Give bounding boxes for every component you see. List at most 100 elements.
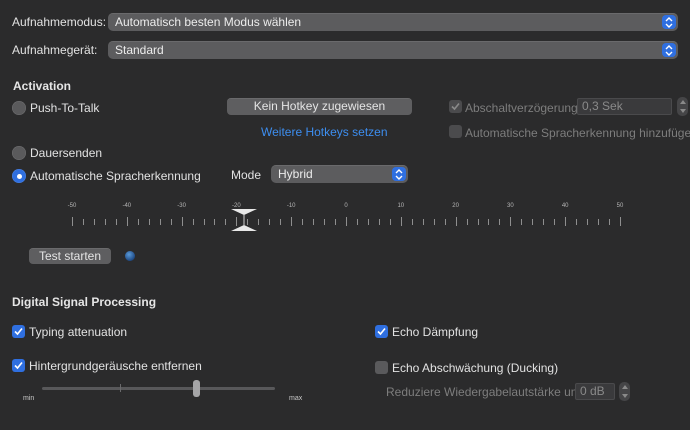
- scale-tick: [609, 219, 611, 225]
- scale-tick: [444, 219, 446, 225]
- scale-tick: [466, 219, 468, 225]
- mode-select[interactable]: Hybrid: [271, 165, 408, 183]
- push-to-talk-label: Push-To-Talk: [30, 101, 100, 115]
- recording-mode-value: Automatisch besten Modus wählen: [115, 15, 302, 29]
- chevron-updown-icon: [662, 43, 676, 57]
- auto-speech-label: Automatische Spracherkennung: [30, 169, 201, 183]
- echo-ducking-label: Echo Abschwächung (Ducking): [392, 361, 559, 375]
- scale-tick: [587, 219, 589, 225]
- scale-tick: [411, 219, 413, 225]
- activation-section-title: Activation: [13, 79, 72, 93]
- push-to-talk-radio[interactable]: [12, 101, 26, 115]
- scale-tick: [346, 217, 347, 226]
- scale-tick: [214, 219, 216, 225]
- echo-damping-label: Echo Dämpfung: [392, 325, 479, 339]
- scale-label: -50: [67, 203, 77, 209]
- recording-mode-select[interactable]: Automatisch besten Modus wählen: [108, 13, 678, 31]
- auto-speech-add-label: Automatische Spracherkennung hinzufügen: [465, 126, 690, 140]
- recording-device-value: Standard: [115, 43, 164, 57]
- recording-mode-label: Aufnahmemodus:: [12, 15, 107, 29]
- scale-tick: [313, 219, 315, 225]
- scale-tick: [477, 219, 479, 225]
- scale-tick: [104, 219, 106, 225]
- chevron-updown-icon: [392, 167, 406, 181]
- more-hotkeys-link[interactable]: Weitere Hotkeys setzen: [261, 125, 388, 139]
- scale-tick: [389, 219, 391, 225]
- auto-speech-add-checkbox[interactable]: [449, 125, 462, 138]
- scale-tick: [422, 219, 424, 225]
- scale-label: 50: [616, 203, 624, 209]
- scale-tick: [203, 219, 205, 225]
- threshold-scale[interactable]: -50 -40 -30 -20 -10 0 10 20 30 40 50: [60, 203, 640, 233]
- scale-label: -40: [122, 203, 132, 209]
- scale-tick: [280, 219, 282, 225]
- scale-tick: [137, 219, 139, 225]
- continuous-radio[interactable]: [12, 146, 26, 160]
- mode-value: Hybrid: [278, 167, 313, 181]
- scale-tick: [620, 217, 621, 226]
- dsp-section-title: Digital Signal Processing: [12, 295, 157, 309]
- release-delay-checkbox[interactable]: [449, 100, 462, 113]
- scale-tick: [521, 219, 523, 225]
- scale-tick: [115, 219, 117, 225]
- recording-device-label: Aufnahmegerät:: [12, 43, 98, 57]
- reduce-playback-stepper[interactable]: [619, 382, 630, 401]
- scale-tick: [455, 217, 457, 226]
- release-delay-stepper[interactable]: [677, 97, 688, 116]
- scale-label: 40: [561, 203, 569, 209]
- scale-label: 30: [507, 203, 514, 209]
- scale-tick: [93, 219, 95, 225]
- noise-removal-checkbox[interactable]: [12, 359, 25, 372]
- scale-tick: [225, 219, 227, 225]
- scale-tick: [302, 219, 304, 225]
- typing-attenuation-checkbox[interactable]: [12, 325, 25, 338]
- scale-tick: [378, 219, 380, 225]
- noise-removal-label: Hintergrundgeräusche entfernen: [29, 359, 202, 373]
- scale-tick: [170, 219, 172, 225]
- noise-slider-track[interactable]: [42, 387, 275, 390]
- scale-tick: [356, 219, 358, 225]
- noise-slider-midtick: [120, 384, 121, 392]
- threshold-marker[interactable]: [229, 206, 259, 234]
- scale-tick: [148, 219, 150, 225]
- mode-label: Mode: [231, 168, 262, 182]
- scale-label: 0: [344, 203, 348, 209]
- echo-damping-checkbox[interactable]: [375, 325, 388, 338]
- scale-tick: [598, 219, 600, 225]
- scale-tick: [291, 217, 293, 226]
- scale-tick: [269, 219, 271, 225]
- scale-tick: [433, 219, 435, 225]
- scale-tick: [543, 219, 545, 225]
- noise-slider-thumb[interactable]: [192, 380, 200, 397]
- continuous-label: Dauersenden: [30, 146, 103, 160]
- scale-tick: [126, 217, 128, 226]
- scale-tick: [192, 219, 194, 225]
- scale-tick: [82, 219, 84, 225]
- chevron-updown-icon: [662, 15, 676, 29]
- test-start-button[interactable]: Test starten: [29, 248, 111, 264]
- recording-device-select[interactable]: Standard: [108, 41, 678, 59]
- scale-tick: [367, 219, 369, 225]
- noise-slider-max-label: max: [289, 395, 303, 402]
- hotkey-button[interactable]: Kein Hotkey zugewiesen: [227, 98, 412, 115]
- scale-tick: [576, 219, 578, 225]
- noise-slider-min-label: min: [23, 395, 35, 402]
- scale-tick: [72, 217, 73, 226]
- scale-tick: [510, 217, 512, 226]
- scale-tick: [324, 219, 326, 225]
- scale-tick: [565, 217, 567, 226]
- scale-tick: [400, 217, 402, 226]
- auto-speech-radio[interactable]: [12, 169, 26, 183]
- release-delay-field[interactable]: 0,3 Sek: [577, 98, 672, 115]
- scale-tick: [488, 219, 490, 225]
- scale-label: -10: [286, 203, 296, 209]
- scale-tick: [159, 219, 161, 225]
- echo-ducking-checkbox[interactable]: [375, 361, 388, 374]
- scale-label: -30: [177, 203, 186, 209]
- scale-tick: [335, 219, 337, 225]
- scale-tick: [554, 219, 556, 225]
- scale-label: 20: [452, 203, 459, 209]
- reduce-playback-field[interactable]: 0 dB: [575, 383, 615, 400]
- scale-label: 10: [397, 203, 405, 209]
- level-indicator-light: [125, 251, 135, 261]
